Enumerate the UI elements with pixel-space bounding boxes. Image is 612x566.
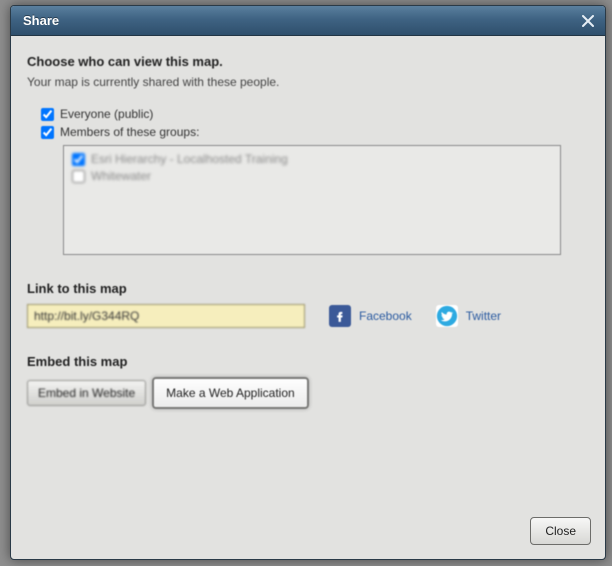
group-checkbox[interactable] — [72, 170, 85, 183]
share-dialog: Share Choose who can view this map. Your… — [10, 5, 606, 560]
members-label: Members of these groups: — [60, 125, 199, 139]
link-input[interactable] — [27, 304, 305, 328]
list-item[interactable]: Whitewater — [72, 169, 552, 183]
group-label: Whitewater — [91, 169, 151, 183]
make-web-application-button[interactable]: Make a Web Application — [152, 377, 309, 409]
facebook-icon — [329, 305, 351, 327]
twitter-link[interactable]: Twitter — [436, 305, 501, 327]
titlebar: Share — [11, 6, 605, 36]
embed-in-website-button[interactable]: Embed in Website — [27, 380, 146, 406]
dialog-content: Choose who can view this map. Your map i… — [11, 36, 605, 507]
close-button[interactable]: Close — [530, 517, 591, 545]
members-checkbox[interactable] — [41, 126, 54, 139]
group-checkbox[interactable] — [72, 153, 85, 166]
link-row: Facebook Twitter — [27, 304, 589, 328]
choose-heading: Choose who can view this map. — [27, 54, 589, 69]
everyone-option[interactable]: Everyone (public) — [41, 107, 589, 121]
close-icon[interactable] — [579, 12, 597, 30]
dialog-title: Share — [23, 13, 59, 28]
embed-row: Embed in Website Make a Web Application — [27, 377, 589, 409]
twitter-label: Twitter — [466, 309, 501, 323]
link-section-label: Link to this map — [27, 281, 589, 296]
shared-subtext: Your map is currently shared with these … — [27, 75, 589, 89]
facebook-link[interactable]: Facebook — [329, 305, 412, 327]
embed-section-label: Embed this map — [27, 354, 589, 369]
groups-listbox[interactable]: Esri Hierarchy - Localhosted Training Wh… — [63, 145, 561, 255]
dialog-footer: Close — [11, 507, 605, 559]
twitter-icon — [436, 305, 458, 327]
members-option[interactable]: Members of these groups: — [41, 125, 589, 139]
facebook-label: Facebook — [359, 309, 412, 323]
everyone-checkbox[interactable] — [41, 108, 54, 121]
everyone-label: Everyone (public) — [60, 107, 153, 121]
group-label: Esri Hierarchy - Localhosted Training — [91, 152, 288, 166]
list-item[interactable]: Esri Hierarchy - Localhosted Training — [72, 152, 552, 166]
